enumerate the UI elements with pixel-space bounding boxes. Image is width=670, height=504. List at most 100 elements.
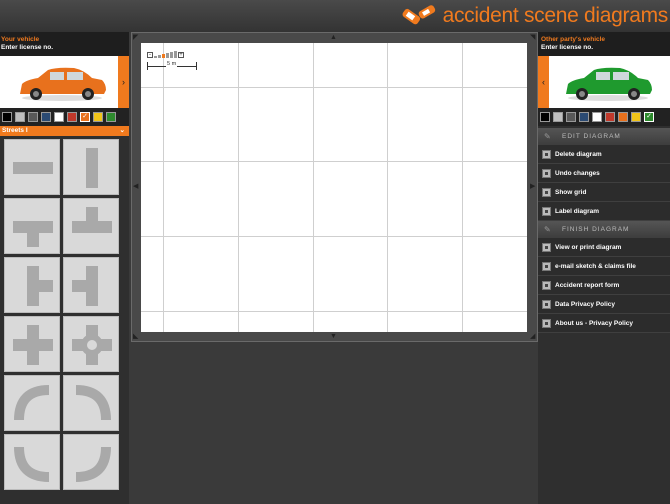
straight-horizontal-icon xyxy=(13,162,53,174)
pencil-icon: ✎ xyxy=(544,132,552,141)
other-color-swatch[interactable] xyxy=(631,112,641,122)
zoom-out-button[interactable]: - xyxy=(147,52,153,58)
finish-diagram-heading: FINISH DIAGRAM xyxy=(562,226,630,233)
your-color-swatches: ✓ xyxy=(0,108,129,126)
edit-diagram-heading: EDIT DIAGRAM xyxy=(562,133,621,140)
scroll-down-arrow-icon[interactable]: ▼ xyxy=(330,333,337,340)
menu-item-undo-changes[interactable]: Undo changes xyxy=(538,164,670,183)
other-color-swatch[interactable] xyxy=(566,112,576,122)
menu-item-data-privacy-policy[interactable]: Data Privacy Policy xyxy=(538,295,670,314)
your-color-swatch[interactable] xyxy=(54,112,64,122)
scroll-right-arrow-icon[interactable]: ▶ xyxy=(530,183,535,190)
other-vehicle-title: Other party's vehicle xyxy=(541,36,606,43)
other-color-swatch[interactable] xyxy=(553,112,563,122)
zoom-level-step[interactable] xyxy=(166,53,169,58)
street-tile-t-junction-left[interactable] xyxy=(63,257,119,313)
other-vehicle-preview[interactable]: ‹ xyxy=(538,56,670,108)
menu-item-label-diagram[interactable]: Label diagram xyxy=(538,202,670,221)
menu-item-delete-diagram[interactable]: Delete diagram xyxy=(538,145,670,164)
other-color-swatch[interactable] xyxy=(579,112,589,122)
curve-top-right-icon xyxy=(75,385,111,421)
other-color-swatch[interactable] xyxy=(592,112,602,122)
zoom-levels xyxy=(154,51,177,58)
menu-item-icon xyxy=(542,319,551,328)
street-tile-roundabout[interactable] xyxy=(63,316,119,372)
your-license-input[interactable]: Enter license no. xyxy=(1,44,129,52)
street-tile-t-junction-up[interactable] xyxy=(63,198,119,254)
menu-item-icon xyxy=(542,281,551,290)
right-panel: Other party's vehicle Enter license no. … xyxy=(538,32,670,504)
scroll-left-arrow-icon[interactable]: ◀ xyxy=(133,183,138,190)
menu-item-icon xyxy=(542,150,551,159)
other-license-input[interactable]: Enter license no. xyxy=(539,44,670,52)
other-color-swatch-selected[interactable]: ✓ xyxy=(644,112,654,122)
your-color-swatch-selected[interactable]: ✓ xyxy=(80,112,90,122)
other-vehicle-header: Other party's vehicle Enter license no. xyxy=(538,32,670,56)
your-color-swatch[interactable] xyxy=(28,112,38,122)
menu-item-accident-report-form[interactable]: Accident report form xyxy=(538,276,670,295)
zoom-level-step[interactable] xyxy=(170,52,173,58)
street-tile-crossroads[interactable] xyxy=(4,316,60,372)
menu-item-show-grid[interactable]: Show grid xyxy=(538,183,670,202)
street-tile-straight-horizontal[interactable] xyxy=(4,139,60,195)
menu-item-label: Data Privacy Policy xyxy=(555,301,615,308)
menu-item-view-or-print-diagram[interactable]: View or print diagram xyxy=(538,238,670,257)
street-tile-straight-vertical[interactable] xyxy=(63,139,119,195)
menu-item-icon xyxy=(542,169,551,178)
street-tile-curve-bottom-right[interactable] xyxy=(63,434,119,490)
scroll-up-arrow-icon[interactable]: ▲ xyxy=(330,34,337,41)
corner-bottom-left-icon: ◣ xyxy=(133,333,139,340)
menu-item-e-mail-sketch-claims-file[interactable]: e-mail sketch & claims file xyxy=(538,257,670,276)
other-color-swatches: ✓ xyxy=(538,108,670,126)
menu-item-icon xyxy=(542,300,551,309)
t-junction-down-icon xyxy=(13,221,53,247)
street-tile-t-junction-right[interactable] xyxy=(4,257,60,313)
your-color-swatch[interactable] xyxy=(41,112,51,122)
your-color-swatch[interactable] xyxy=(2,112,12,122)
logo: accident scene diagrams xyxy=(399,2,668,30)
menu-item-label: Show grid xyxy=(555,189,587,196)
streets-category-label: Streets I xyxy=(2,127,28,134)
header: accident scene diagrams xyxy=(0,0,670,32)
street-tile-curve-top-left[interactable] xyxy=(4,375,60,431)
finish-diagram-section: ✎ FINISH DIAGRAM xyxy=(538,221,670,238)
crossroads-icon xyxy=(13,325,53,365)
pencil-icon: ✎ xyxy=(544,225,552,234)
street-tiles xyxy=(0,136,129,490)
your-color-swatch[interactable] xyxy=(106,112,116,122)
street-tile-curve-bottom-left[interactable] xyxy=(4,434,60,490)
menu-item-label: Accident report form xyxy=(555,282,620,289)
corner-top-right-icon: ◥ xyxy=(530,34,536,41)
your-color-swatch[interactable] xyxy=(93,112,103,122)
zoom-level-step[interactable] xyxy=(158,55,161,58)
menu-item-label: View or print diagram xyxy=(555,244,622,251)
next-vehicle-button[interactable]: › xyxy=(118,56,129,108)
street-tile-curve-top-right[interactable] xyxy=(63,375,119,431)
zoom-level-step[interactable] xyxy=(162,54,165,58)
street-tile-t-junction-down[interactable] xyxy=(4,198,60,254)
your-vehicle-preview[interactable]: › xyxy=(0,56,129,108)
logo-text: accident scene diagrams xyxy=(442,4,669,27)
streets-category-select[interactable]: Streets I ⌄ xyxy=(0,126,129,136)
your-color-swatch[interactable] xyxy=(67,112,77,122)
other-color-swatch[interactable] xyxy=(540,112,550,122)
zoom-level-step[interactable] xyxy=(154,56,157,58)
grid-line-horizontal xyxy=(141,161,527,162)
corner-bottom-right-icon: ◢ xyxy=(530,333,536,340)
other-color-swatch[interactable] xyxy=(605,112,615,122)
t-junction-right-icon xyxy=(27,266,53,306)
menu-item-icon xyxy=(542,243,551,252)
prev-vehicle-button[interactable]: ‹ xyxy=(538,56,549,108)
diagram-canvas[interactable]: - + 5 m xyxy=(141,43,527,332)
zoom-level-step[interactable] xyxy=(174,51,177,58)
zoom-in-button[interactable]: + xyxy=(178,52,184,58)
green-car-icon xyxy=(566,67,652,101)
other-color-swatch[interactable] xyxy=(618,112,628,122)
menu-item-about-us-privacy-policy[interactable]: About us - Privacy Policy xyxy=(538,314,670,333)
orange-car-icon xyxy=(20,67,106,101)
your-color-swatch[interactable] xyxy=(15,112,25,122)
straight-vertical-icon xyxy=(86,148,98,188)
scale-bar: 5 m xyxy=(147,61,197,70)
your-vehicle-header: Your vehicle Enter license no. xyxy=(0,32,129,56)
menu-item-icon xyxy=(542,207,551,216)
